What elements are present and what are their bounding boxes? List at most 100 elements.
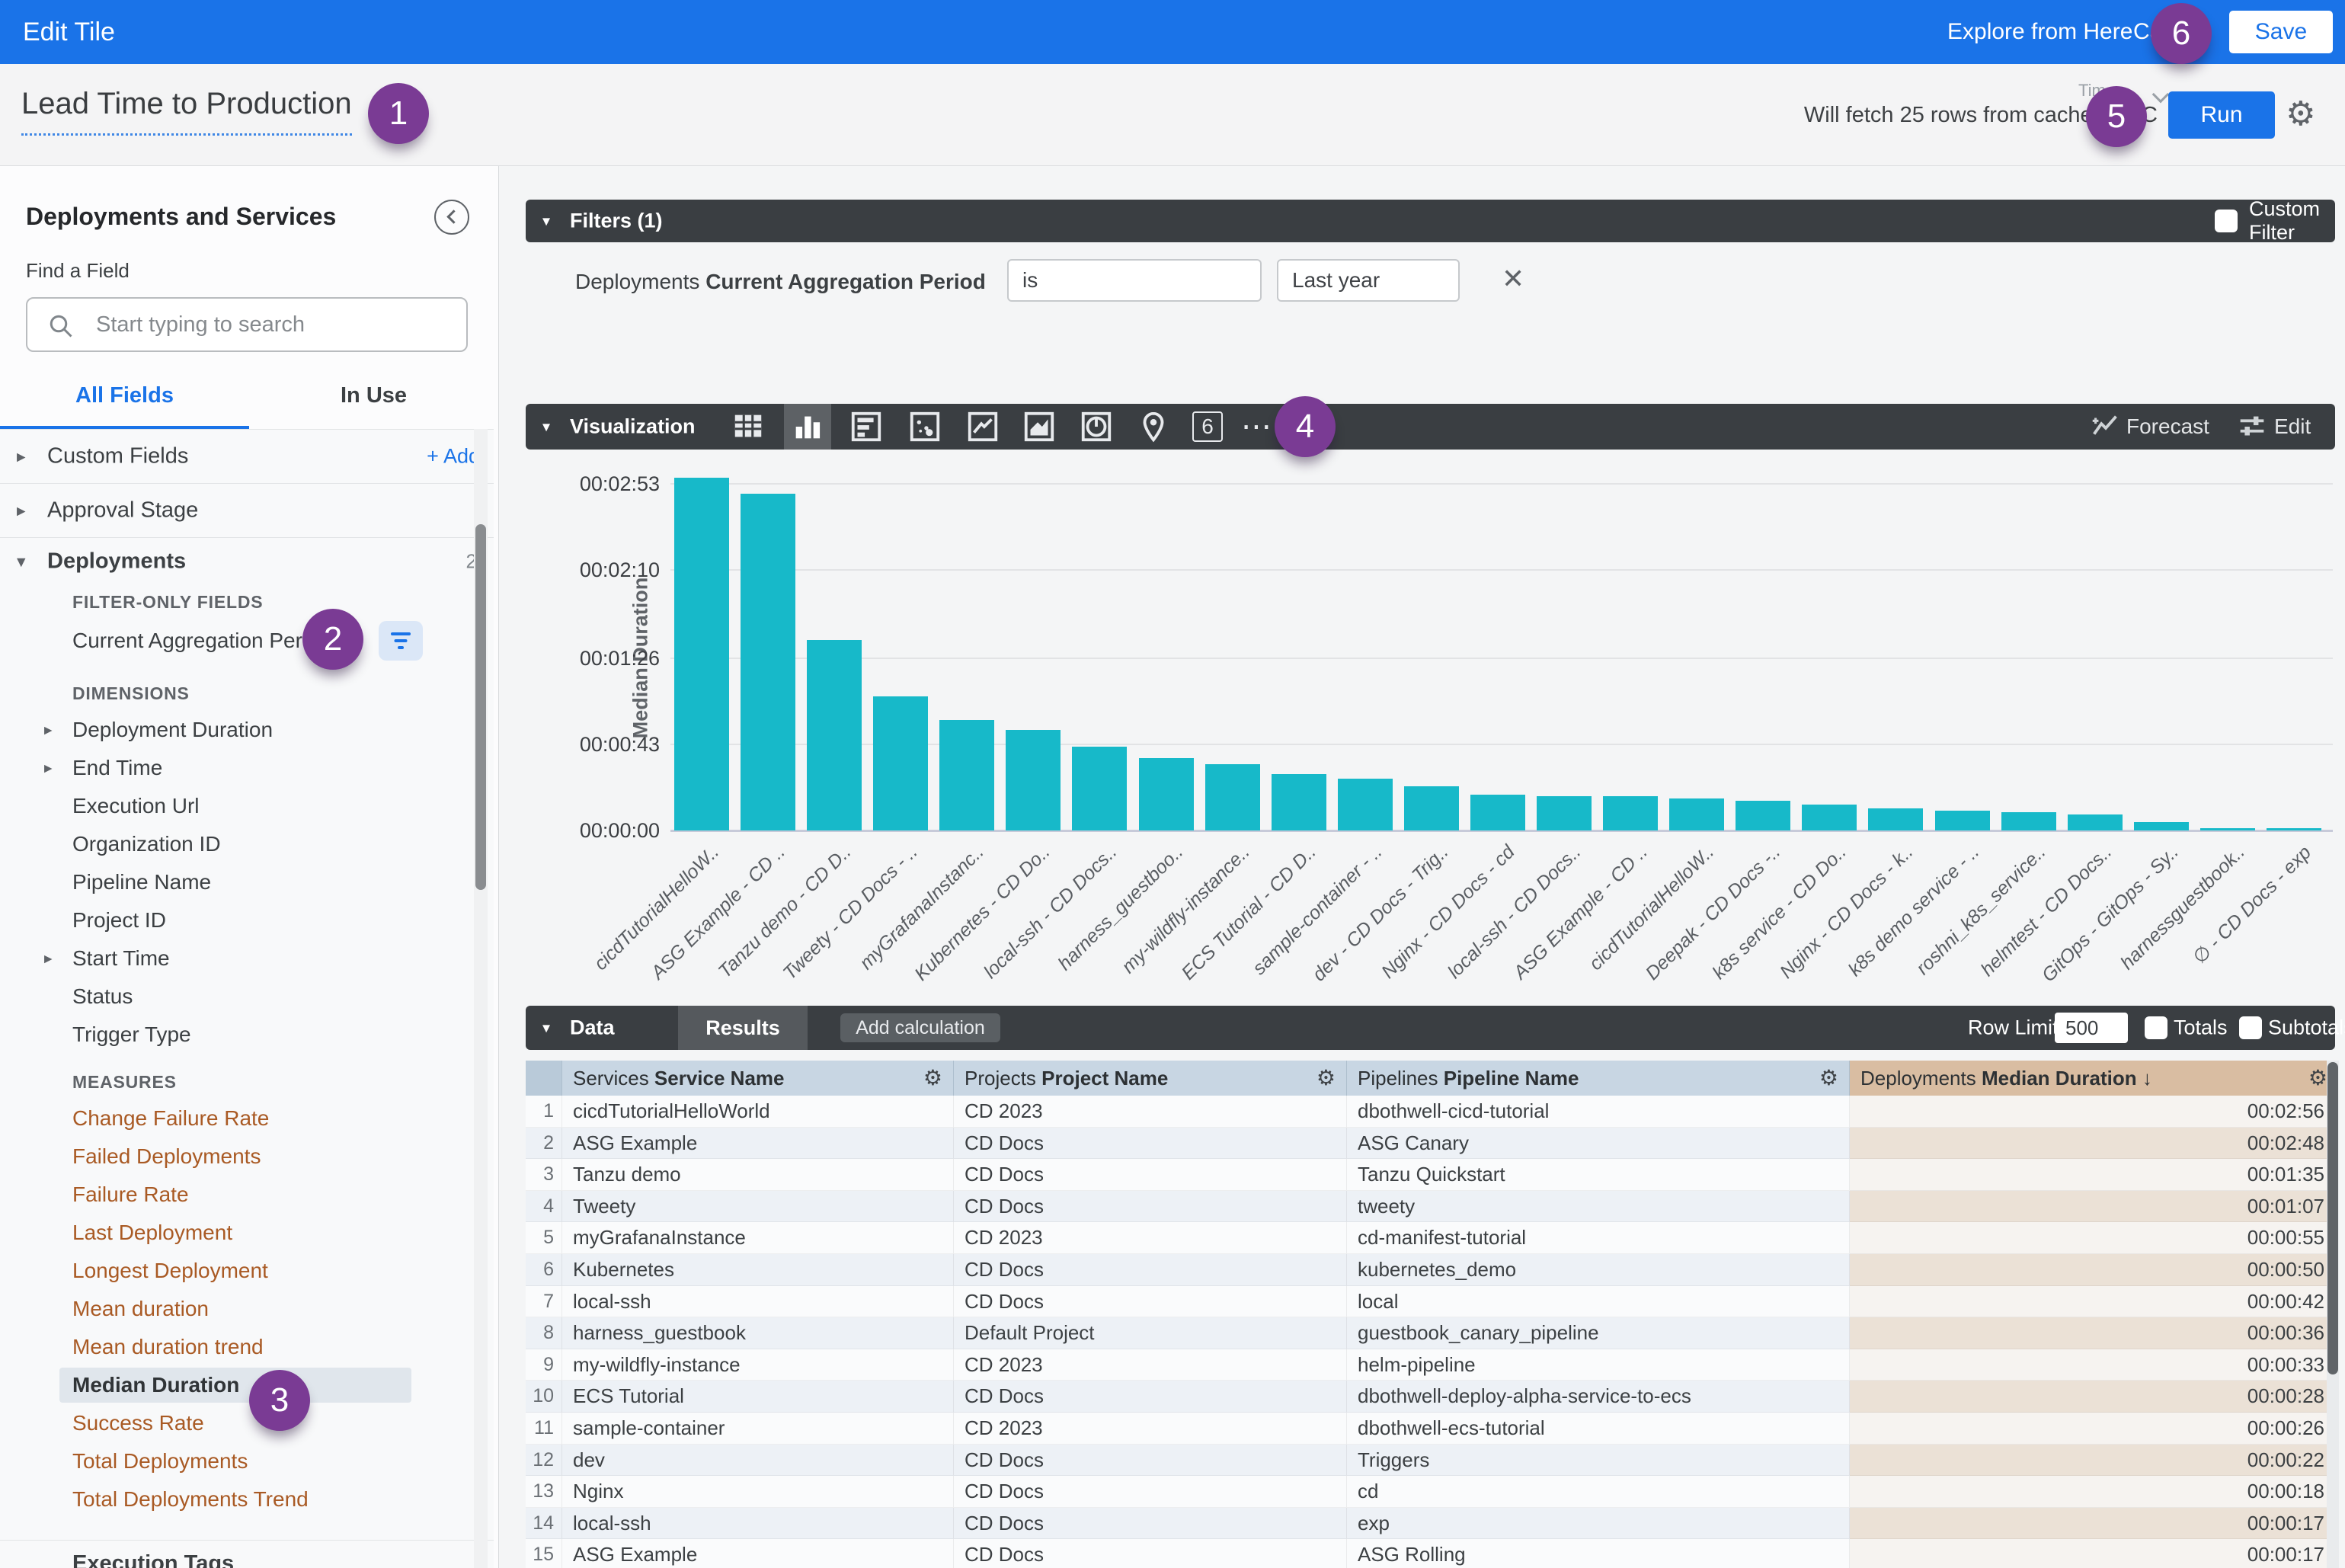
chart-bar[interactable] bbox=[1868, 808, 1923, 830]
table-cell[interactable]: CD 2023 bbox=[954, 1222, 1347, 1254]
chart-bar[interactable] bbox=[2001, 812, 2056, 830]
table-cell[interactable]: Default Project bbox=[954, 1317, 1347, 1349]
table-cell[interactable]: 00:00:17 bbox=[1850, 1508, 2339, 1540]
field-item-failed-deployments[interactable]: Failed Deployments bbox=[0, 1138, 494, 1176]
chart-bar[interactable] bbox=[1072, 747, 1127, 830]
chart-bar[interactable] bbox=[2134, 822, 2189, 830]
table-cell[interactable]: CD Docs bbox=[954, 1128, 1347, 1160]
field-item-project-id[interactable]: Project ID bbox=[0, 901, 494, 939]
chart-bar[interactable] bbox=[1338, 779, 1393, 830]
column-gear-icon[interactable]: ⚙ bbox=[923, 1061, 942, 1096]
table-cell[interactable]: dbothwell-deploy-alpha-service-to-ecs bbox=[1347, 1381, 1850, 1413]
table-cell[interactable]: Kubernetes bbox=[562, 1254, 954, 1286]
chart-bar[interactable] bbox=[1736, 801, 1790, 830]
table-cell[interactable]: Nginx bbox=[562, 1476, 954, 1508]
filter-by-field-button[interactable] bbox=[379, 621, 423, 661]
table-cell[interactable]: cicdTutorialHelloWorld bbox=[562, 1096, 954, 1128]
filter-value-select[interactable]: Last year bbox=[1277, 259, 1460, 302]
table-scrollbar-thumb[interactable] bbox=[2327, 1062, 2338, 1374]
sidebar-group-approval-stage[interactable]: ▸Approval Stage bbox=[0, 483, 494, 537]
table-cell[interactable]: 00:00:50 bbox=[1850, 1254, 2339, 1286]
row-limit-input[interactable] bbox=[2055, 1013, 2128, 1043]
table-cell[interactable]: guestbook_canary_pipeline bbox=[1347, 1317, 1850, 1349]
field-item-total-deployments-trend[interactable]: Total Deployments Trend bbox=[0, 1480, 494, 1518]
field-item-mean-duration-trend[interactable]: Mean duration trend bbox=[0, 1328, 494, 1366]
chart-bar[interactable] bbox=[939, 720, 994, 830]
field-item-total-deployments[interactable]: Total Deployments bbox=[0, 1442, 494, 1480]
table-cell[interactable]: ASG Canary bbox=[1347, 1128, 1850, 1160]
table-cell[interactable]: 00:00:18 bbox=[1850, 1476, 2339, 1508]
filters-section-bar[interactable]: ▾ Filters (1) Custom Filter bbox=[526, 200, 2335, 242]
sidebar-group-deployments[interactable]: ▾Deployments2 bbox=[0, 537, 494, 584]
expand-right-icon[interactable]: ▸ bbox=[44, 721, 53, 740]
table-cell[interactable]: Tweety bbox=[562, 1191, 954, 1223]
field-item-current-aggregation-period[interactable]: Current Aggregation Period bbox=[0, 619, 494, 662]
table-cell[interactable]: Triggers bbox=[1347, 1445, 1850, 1477]
field-item-failure-rate[interactable]: Failure Rate bbox=[0, 1176, 494, 1214]
table-cell[interactable]: ECS Tutorial bbox=[562, 1381, 954, 1413]
viz-type-column-icon[interactable] bbox=[790, 409, 825, 444]
table-cell[interactable]: 00:00:22 bbox=[1850, 1445, 2339, 1477]
table-cell[interactable]: harness_guestbook bbox=[562, 1317, 954, 1349]
viz-type-table-icon[interactable] bbox=[731, 409, 766, 444]
table-cell[interactable]: 00:01:35 bbox=[1850, 1159, 2339, 1191]
column-gear-icon[interactable]: ⚙ bbox=[2308, 1061, 2327, 1096]
field-item-last-deployment[interactable]: Last Deployment bbox=[0, 1214, 494, 1252]
custom-filter-checkbox[interactable] bbox=[2215, 210, 2238, 232]
table-cell[interactable]: kubernetes_demo bbox=[1347, 1254, 1850, 1286]
column-header[interactable]: Deployments Median Duration ↓⚙ bbox=[1850, 1061, 2339, 1096]
table-cell[interactable]: CD Docs bbox=[954, 1508, 1347, 1540]
field-item-median-duration[interactable]: Median Duration bbox=[0, 1366, 494, 1404]
chart-bar[interactable] bbox=[674, 478, 729, 830]
results-tab[interactable]: Results bbox=[678, 1006, 808, 1050]
viz-type-pie-icon[interactable] bbox=[1079, 409, 1114, 444]
table-cell[interactable]: CD 2023 bbox=[954, 1096, 1347, 1128]
table-cell[interactable]: dbothwell-cicd-tutorial bbox=[1347, 1096, 1850, 1128]
chart-bar[interactable] bbox=[1006, 730, 1061, 830]
chart-bar[interactable] bbox=[1603, 796, 1658, 830]
column-header[interactable]: Services Service Name⚙ bbox=[562, 1061, 954, 1096]
chart-bar[interactable] bbox=[1537, 796, 1592, 830]
table-cell[interactable]: CD Docs bbox=[954, 1286, 1347, 1318]
viz-type-area-icon[interactable] bbox=[1022, 409, 1057, 444]
settings-gear-icon[interactable]: ⚙ bbox=[2286, 94, 2315, 133]
table-cell[interactable]: ASG Example bbox=[562, 1539, 954, 1568]
chart-bar[interactable] bbox=[1404, 786, 1459, 830]
table-cell[interactable]: sample-container bbox=[562, 1413, 954, 1445]
table-cell[interactable]: CD Docs bbox=[954, 1539, 1347, 1568]
field-item-mean-duration[interactable]: Mean duration bbox=[0, 1290, 494, 1328]
tab-in-use[interactable]: In Use bbox=[249, 383, 498, 408]
chart-bar[interactable] bbox=[2267, 828, 2321, 830]
field-item-organization-id[interactable]: Organization ID bbox=[0, 825, 494, 863]
table-cell[interactable]: ASG Rolling bbox=[1347, 1539, 1850, 1568]
viz-type-line-icon[interactable] bbox=[965, 409, 1000, 444]
table-cell[interactable]: local-ssh bbox=[562, 1286, 954, 1318]
table-cell[interactable]: 00:00:28 bbox=[1850, 1381, 2339, 1413]
table-cell[interactable]: CD Docs bbox=[954, 1476, 1347, 1508]
chevron-down-icon[interactable] bbox=[2152, 86, 2170, 104]
subtotals-checkbox[interactable] bbox=[2239, 1016, 2262, 1039]
table-cell[interactable]: exp bbox=[1347, 1508, 1850, 1540]
forecast-button[interactable]: Forecast bbox=[2126, 414, 2209, 439]
chart-bar[interactable] bbox=[807, 640, 862, 830]
viz-type-scatter-icon[interactable] bbox=[907, 409, 942, 444]
tab-all-fields[interactable]: All Fields bbox=[0, 383, 249, 408]
field-item-longest-deployment[interactable]: Longest Deployment bbox=[0, 1252, 494, 1290]
chart-bar[interactable] bbox=[1470, 795, 1525, 830]
table-cell[interactable]: cd bbox=[1347, 1476, 1850, 1508]
sidebar-group-next-partial[interactable]: Execution Tags bbox=[0, 1540, 494, 1568]
table-cell[interactable]: Tanzu Quickstart bbox=[1347, 1159, 1850, 1191]
sidebar-group-custom-fields[interactable]: ▸Custom Fields+ Add bbox=[0, 429, 494, 483]
table-cell[interactable]: Tanzu demo bbox=[562, 1159, 954, 1191]
column-gear-icon[interactable]: ⚙ bbox=[1819, 1061, 1838, 1096]
table-cell[interactable]: ASG Example bbox=[562, 1128, 954, 1160]
search-input[interactable] bbox=[96, 302, 454, 347]
field-item-status[interactable]: Status bbox=[0, 978, 494, 1016]
column-header[interactable]: Pipelines Pipeline Name⚙ bbox=[1347, 1061, 1850, 1096]
field-item-success-rate[interactable]: Success Rate bbox=[0, 1404, 494, 1442]
table-cell[interactable]: CD Docs bbox=[954, 1191, 1347, 1223]
table-cell[interactable]: local bbox=[1347, 1286, 1850, 1318]
table-cell[interactable]: myGrafanaInstance bbox=[562, 1222, 954, 1254]
expand-right-icon[interactable]: ▸ bbox=[44, 949, 53, 968]
chart-bar[interactable] bbox=[1272, 774, 1326, 830]
